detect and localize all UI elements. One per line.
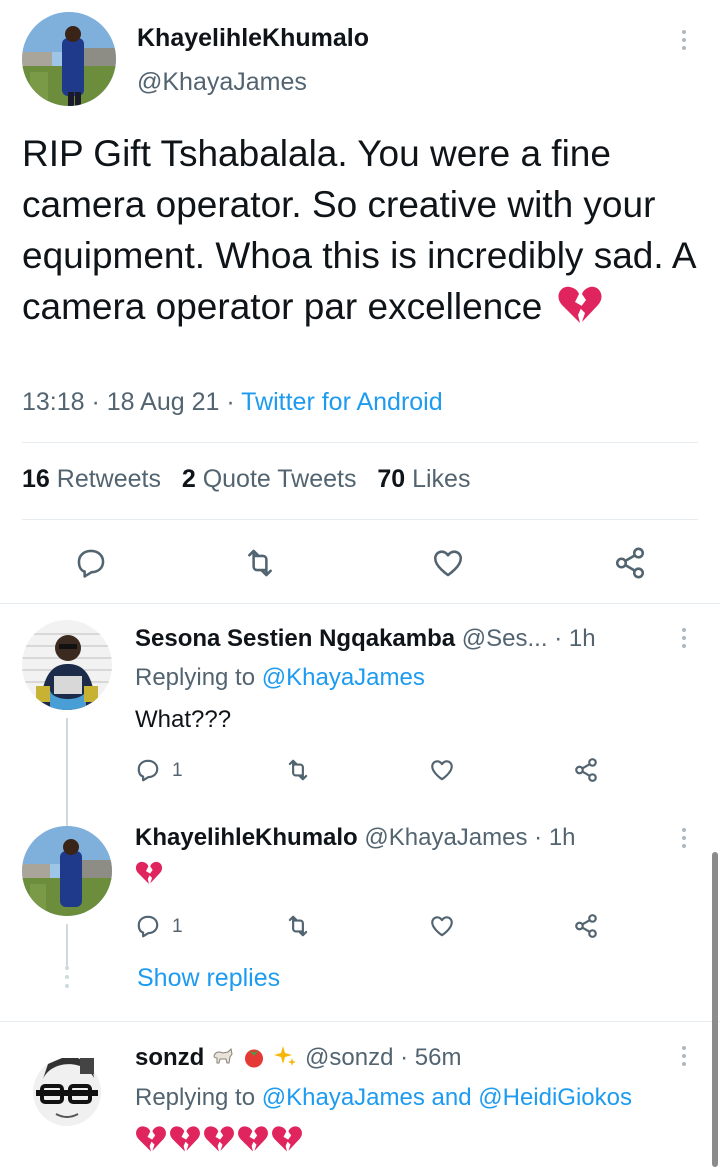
avatar[interactable] — [22, 826, 112, 916]
divider — [0, 603, 720, 604]
reply-time[interactable]: · 1h — [534, 824, 575, 851]
broken-heart-icon — [237, 1125, 269, 1158]
reply-display-name[interactable]: Sesona Sestien Ngqakamba — [135, 625, 455, 652]
reply-count: 1 — [172, 760, 183, 781]
tweet-stats: 16 Retweets 2 Quote Tweets 70 Likes — [22, 465, 470, 494]
avatar[interactable] — [22, 1040, 112, 1130]
more-options-icon[interactable] — [681, 628, 687, 648]
thread-dots — [64, 966, 69, 988]
replying-to: Replying to @KhayaJames and @HeidiGiokos — [135, 1084, 632, 1112]
more-options-icon[interactable] — [681, 30, 687, 50]
share-icon[interactable] — [572, 757, 600, 783]
avatar[interactable] — [22, 620, 112, 710]
replying-to: Replying to @KhayaJames — [135, 664, 425, 692]
more-options-icon[interactable] — [681, 828, 687, 848]
share-icon[interactable] — [612, 546, 648, 580]
reply-icon[interactable] — [135, 913, 161, 939]
broken-heart-icon — [557, 285, 603, 338]
share-icon[interactable] — [572, 913, 600, 939]
tweet-meta: 13:18 · 18 Aug 21 · Twitter for Android — [22, 388, 443, 417]
reply-display-name[interactable]: sonzd — [135, 1044, 204, 1071]
replying-to-label: Replying to — [135, 664, 262, 691]
like-icon[interactable] — [430, 546, 466, 580]
tweet-text: RIP Gift Tshabalala. You were a fine cam… — [22, 128, 712, 338]
reply-handle[interactable]: @sonzd — [305, 1044, 393, 1071]
tweet-source-link[interactable]: Twitter for Android — [241, 388, 442, 416]
reply-handle[interactable]: @KhayaJames — [364, 824, 527, 851]
reply-header: sonzd @sonzd · 56m — [135, 1044, 461, 1075]
replying-to-link[interactable]: @KhayaJames — [262, 1084, 425, 1111]
tomato-icon — [242, 1046, 266, 1075]
reply-text: What??? — [135, 706, 232, 733]
like-icon[interactable] — [428, 757, 456, 783]
broken-heart-icon — [203, 1125, 235, 1158]
reply-icon[interactable] — [74, 546, 108, 580]
replying-to-and: and — [424, 1084, 479, 1111]
reply-handle[interactable]: @Ses... — [462, 625, 548, 652]
reply-display-name[interactable]: KhayelihleKhumalo — [135, 824, 358, 851]
likes-stat[interactable]: 70 Likes — [377, 465, 470, 493]
broken-heart-icon — [135, 860, 163, 886]
avatar[interactable] — [22, 12, 116, 106]
reply-emojis — [135, 1125, 303, 1158]
reply-icon[interactable] — [135, 757, 161, 783]
more-options-icon[interactable] — [681, 1046, 687, 1066]
thread-line — [66, 718, 68, 828]
sparkles-icon — [272, 1044, 298, 1075]
broken-heart-icon — [135, 1125, 167, 1158]
reply-time[interactable]: · 1h — [554, 625, 595, 652]
retweet-icon[interactable] — [242, 546, 278, 580]
divider — [0, 1021, 720, 1022]
retweet-icon[interactable] — [284, 913, 312, 939]
replying-to-link[interactable]: @KhayaJames — [262, 664, 425, 691]
replying-to-link[interactable]: @HeidiGiokos — [478, 1084, 632, 1111]
like-icon[interactable] — [428, 913, 456, 939]
reply-header: Sesona Sestien Ngqakamba @Ses... · 1h — [135, 625, 596, 653]
broken-heart-icon — [169, 1125, 201, 1158]
divider — [22, 442, 698, 443]
tweet-timestamp[interactable]: 13:18 · 18 Aug 21 · — [22, 388, 241, 416]
thread-line — [66, 924, 68, 966]
reply-header: KhayelihleKhumalo @KhayaJames · 1h — [135, 824, 576, 852]
retweets-stat[interactable]: 16 Retweets — [22, 465, 161, 493]
goat-icon — [211, 1046, 235, 1075]
author-display-name[interactable]: KhayelihleKhumalo — [137, 24, 369, 53]
retweet-icon[interactable] — [284, 757, 312, 783]
author-handle[interactable]: @KhayaJames — [137, 68, 307, 97]
reply-count: 1 — [172, 916, 183, 937]
broken-heart-icon — [271, 1125, 303, 1158]
scrollbar[interactable] — [712, 852, 718, 1167]
show-replies-link[interactable]: Show replies — [137, 964, 280, 993]
replying-to-label: Replying to — [135, 1084, 262, 1111]
divider — [22, 519, 698, 520]
quote-tweets-stat[interactable]: 2 Quote Tweets — [182, 465, 357, 493]
reply-time[interactable]: · 56m — [400, 1044, 461, 1071]
